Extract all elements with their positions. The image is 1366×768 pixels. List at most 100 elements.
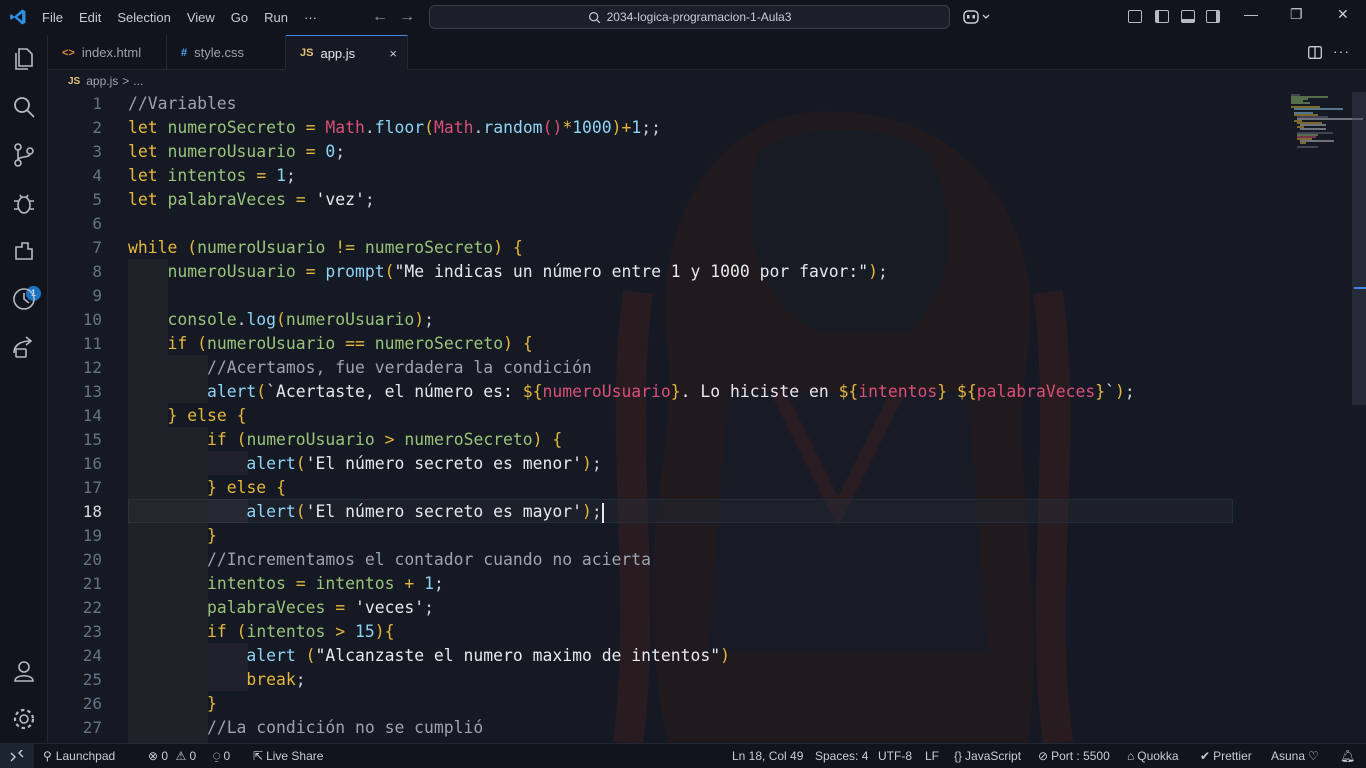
menu-more[interactable]: ··· [296,0,325,35]
code-line: let numeroUsuario = 0; [128,142,346,161]
line-number: 24 [82,646,102,665]
menu-run[interactable]: Run [256,0,296,35]
live-server-port[interactable]: ⊘ Port : 5500 [1038,744,1110,768]
menu-file[interactable]: File [34,0,71,35]
copilot-icon[interactable] [962,9,992,25]
ports-count: 0 [223,749,231,763]
code-line: if (intentos > 15){ [206,622,395,641]
menu-go[interactable]: Go [223,0,256,35]
quokka-icon: ⌂ [1127,749,1135,763]
close-tab-icon[interactable]: × [389,46,397,61]
no-entry-icon: ⊘ [1038,749,1049,763]
code-line: //Variables [128,94,237,113]
more-actions-icon[interactable]: ··· [1333,43,1350,59]
quokka-item[interactable]: ⌂ Quokka [1127,744,1179,768]
tab-style-css[interactable]: # style.css [167,35,286,70]
tab-app-js[interactable]: JS app.js × [286,35,408,70]
code-line: let intentos = 1; [128,166,296,185]
css-file-icon: # [181,46,188,59]
warning-icon: ⚠ [175,749,187,763]
theme-item[interactable]: Asuna ♡ [1271,744,1319,768]
breadcrumb-symbol[interactable]: ... [133,74,143,88]
code-line: //Acertamos, fue verdadera la condición [206,358,592,377]
live-share-item[interactable]: ⇱ Live Share [253,744,323,768]
code-line: } [206,526,217,545]
remote-icon[interactable] [10,333,38,361]
close-window-icon[interactable]: ✕ [1337,6,1349,23]
line-number: 11 [82,334,102,353]
line-number: 25 [82,670,102,689]
arrow-left-icon[interactable]: ← [372,8,388,26]
vertical-scrollbar[interactable] [1352,92,1366,405]
line-number: 16 [82,454,102,473]
code-line: while (numeroUsuario != numeroSecreto) { [128,238,523,257]
search-text: 2034-logica-programacion-1-Aula3 [606,10,792,24]
menu-edit[interactable]: Edit [71,0,109,35]
code-line: alert(`Acertaste, el número es: ${numero… [206,382,1135,401]
live-share-icon: ⇱ [253,749,264,763]
extensions-icon[interactable] [10,237,38,265]
launchpad-item[interactable]: ⚲ Launchpad [43,744,115,768]
toggle-panel-icon[interactable] [1181,10,1195,23]
toggle-secondary-sidebar-icon[interactable] [1206,10,1220,23]
error-icon: ⊗ [148,749,159,763]
restore-icon[interactable]: ❐ [1290,6,1303,23]
tab-label: app.js [320,45,356,61]
code-line: if (numeroUsuario == numeroSecreto) { [167,334,533,353]
source-control-icon[interactable] [10,141,38,169]
language-label: JavaScript [965,749,1022,763]
line-number: 3 [92,142,102,161]
ports-item[interactable]: ⍜ 0 [213,744,230,768]
language-mode[interactable]: {} JavaScript [954,744,1021,768]
tab-index-html[interactable]: <> index.html [48,35,167,70]
double-check-icon: ✔ [1200,749,1211,763]
line-number: 5 [92,190,102,209]
line-number: 14 [82,406,102,425]
breadcrumb-separator: > [122,74,130,88]
quokka-label: Quokka [1137,749,1179,763]
code-line: } else { [206,478,286,497]
live-share-label: Live Share [266,749,324,763]
line-number: 20 [82,550,102,569]
menu-selection[interactable]: Selection [109,0,178,35]
problems-item[interactable]: ⊗ 0 ⚠ 0 [148,744,196,768]
line-number: 6 [92,214,102,233]
run-debug-icon[interactable] [10,189,38,217]
arrow-right-icon[interactable]: → [399,8,415,26]
line-number: 15 [82,430,102,449]
explorer-icon[interactable] [10,45,38,73]
prettier-label: Prettier [1213,749,1252,763]
notifications-bell-icon[interactable]: 🔔︎ [1340,744,1355,768]
line-number: 27 [82,718,102,737]
eol-item[interactable]: LF [925,744,939,768]
cursor-position[interactable]: Ln 18, Col 49 [732,744,803,768]
js-file-icon: JS [300,47,314,59]
line-number: 1 [92,94,102,113]
menu-view[interactable]: View [179,0,223,35]
tab-label: index.html [81,45,142,60]
search-icon[interactable] [10,93,38,121]
prettier-item[interactable]: ✔ Prettier [1200,744,1252,768]
line-number: 2 [92,118,102,137]
gear-icon[interactable] [10,705,38,733]
split-editor-icon[interactable] [1308,46,1322,59]
line-number-current: 18 [82,502,102,521]
html-file-icon: <> [62,46,75,59]
tab-label: style.css [194,45,244,60]
breadcrumb-file[interactable]: app.js [86,74,118,88]
toggle-primary-sidebar-icon[interactable] [1155,10,1169,23]
indentation-item[interactable]: Spaces: 4 [815,744,868,768]
minimize-icon[interactable]: — [1244,6,1258,22]
encoding-item[interactable]: UTF-8 [878,744,912,768]
command-center-search[interactable]: 2034-logica-programacion-1-Aula3 [429,5,950,29]
customize-layout-icon[interactable] [1128,10,1142,23]
timeline-icon[interactable] [10,285,38,313]
line-number: 26 [82,694,102,713]
code-line: alert('El número secreto es menor'); [246,454,602,473]
account-icon[interactable] [10,657,38,685]
code-editor[interactable]: 1 2 3 4 5 6 7 8 9 10 11 12 13 14 15 16 1… [48,92,1366,743]
activity-bar: 1 [0,35,48,743]
search-icon [588,11,600,23]
code-line: let palabraVeces = 'vez'; [128,190,375,209]
remote-indicator[interactable] [0,744,34,768]
